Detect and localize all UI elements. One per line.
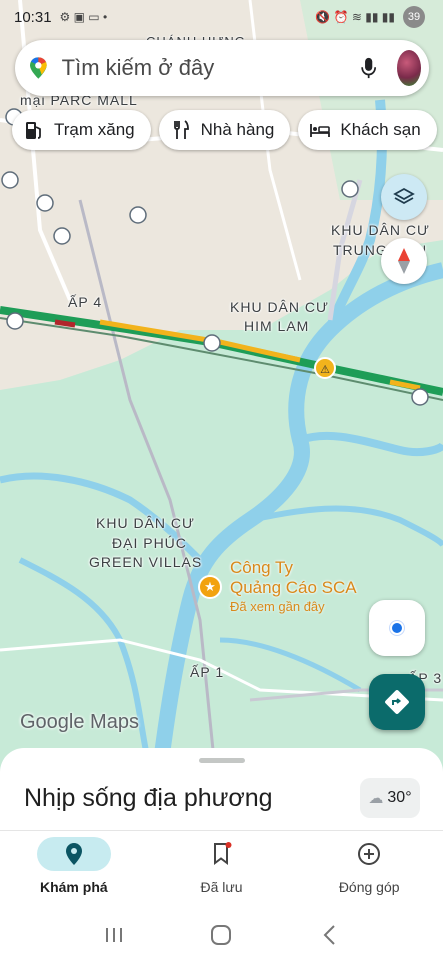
bottom-navigation: Khám phá Đã lưu Đóng góp — [0, 830, 443, 910]
nav-saved-pill — [185, 837, 259, 871]
map-label-dai-phuc-1: KHU DÂN CƯ — [96, 515, 195, 531]
map-label-dai-phuc-3: GREEN VILLAS — [89, 554, 203, 570]
chip-gas-station[interactable]: Trạm xăng — [12, 110, 151, 150]
map-label-trung-son-1: KHU DÂN CƯ — [331, 222, 430, 238]
search-input[interactable] — [61, 55, 350, 81]
sheet-drag-handle[interactable] — [199, 758, 245, 763]
nav-saved[interactable]: Đã lưu — [148, 831, 296, 910]
nav-label: Khám phá — [39, 879, 108, 895]
avatar[interactable] — [397, 50, 421, 86]
poi-star-icon[interactable]: ★ — [198, 575, 222, 599]
sheet-title: Nhịp sống địa phương — [24, 784, 273, 812]
directions-icon — [385, 690, 409, 714]
chip-restaurant[interactable]: Nhà hàng — [158, 110, 291, 150]
chip-hotel[interactable]: Khách sạn — [298, 110, 437, 150]
nav-contribute-pill — [332, 837, 406, 871]
category-chips: Trạm xăng Nhà hàng Khách sạn — [12, 110, 437, 150]
poi-name[interactable]: Công Ty Quảng Cáo SCA — [230, 558, 357, 598]
restaurant-icon — [171, 120, 191, 140]
chip-label: Khách sạn — [340, 120, 421, 139]
layers-icon — [393, 187, 415, 205]
system-navigation-bar — [0, 910, 443, 960]
chip-label: Nhà hàng — [200, 120, 275, 139]
compass-button[interactable] — [381, 238, 427, 284]
home-button[interactable] — [201, 920, 241, 950]
back-icon — [323, 925, 335, 945]
status-bar: 10:31 ⚙ ▣ ▭ • 🔇 ⏰ ≋ ▮▮ ▮▮ 39 — [0, 0, 443, 34]
back-button[interactable] — [309, 920, 349, 950]
my-location-button[interactable] — [369, 600, 425, 656]
maps-pin-icon — [30, 57, 47, 79]
google-maps-logo: Google Maps — [20, 711, 139, 733]
svg-text:⚠: ⚠ — [320, 363, 330, 376]
poi-name-line1: Công Ty — [230, 558, 294, 577]
search-bar[interactable] — [15, 40, 429, 96]
signal-icons: 🔇 ⏰ ≋ ▮▮ ▮▮ — [315, 10, 395, 24]
nav-explore-pill — [36, 837, 111, 871]
bottom-sheet[interactable]: Nhịp sống địa phương ☁ 30° — [0, 748, 443, 830]
map-label-dai-phuc-2: ĐẠI PHÚC — [112, 535, 187, 551]
map-label-ap4: ẤP 4 — [68, 294, 103, 310]
nav-label: Đã lưu — [200, 879, 243, 895]
cloud-icon: ☁ — [368, 790, 384, 807]
recents-icon — [105, 928, 122, 942]
nav-label: Đóng góp — [338, 879, 400, 895]
poi-name-line2: Quảng Cáo SCA — [230, 578, 357, 597]
map-label-ap1: ẤP 1 — [190, 664, 225, 680]
gas-station-icon — [24, 120, 44, 140]
poi-subtitle: Đã xem gần đây — [230, 599, 325, 614]
notification-icons: ⚙ ▣ ▭ • — [59, 10, 108, 24]
layers-button[interactable] — [381, 174, 427, 220]
add-circle-icon — [358, 843, 381, 865]
map-label-him-lam-1: KHU DÂN CƯ — [230, 299, 329, 315]
bookmark-icon — [213, 842, 231, 865]
chip-label: Trạm xăng — [54, 120, 135, 139]
explore-pin-icon — [65, 843, 82, 865]
hotel-icon — [310, 120, 331, 140]
map-label-him-lam-2: HIM LAM — [244, 318, 310, 334]
mic-icon[interactable] — [360, 53, 377, 83]
directions-button[interactable] — [369, 674, 425, 730]
home-icon — [211, 925, 232, 945]
weather-badge[interactable]: ☁ 30° — [360, 778, 420, 818]
status-time: 10:31 — [14, 8, 52, 26]
recents-button[interactable] — [94, 920, 134, 950]
temperature: 30° — [387, 789, 412, 806]
nav-contribute[interactable]: Đóng góp — [295, 831, 443, 910]
nav-explore[interactable]: Khám phá — [0, 831, 148, 910]
battery-icon: 39 — [403, 6, 425, 28]
compass-icon — [398, 248, 410, 274]
my-location-icon — [390, 621, 404, 635]
